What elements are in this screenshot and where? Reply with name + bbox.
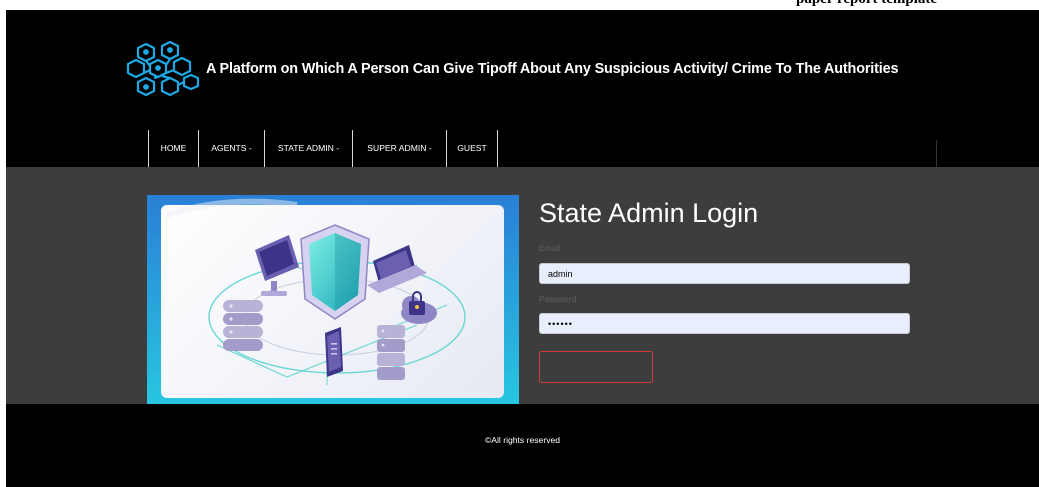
hero-illustration [147,195,519,404]
password-field[interactable] [539,313,910,334]
copyright-text: ©All rights reserved [484,435,561,445]
blockchain-logo-icon [126,40,200,97]
email-label: Email [539,243,561,253]
login-title: State Admin Login [539,198,759,228]
navbar-edge [936,140,937,167]
email-field[interactable] [539,263,910,284]
nav-item-agents[interactable]: AGENTS - [198,130,264,167]
page-frame: A Platform on Which A Person Can Give Ti… [6,10,1039,487]
nav-item-state-admin[interactable]: STATE ADMIN - [264,130,352,167]
document-fragment-text: paper report template [796,0,937,8]
login-section: State Admin Login Email Password [6,167,1039,404]
password-label: Password [539,294,577,304]
login-button[interactable] [539,351,653,383]
nav-item-guest[interactable]: GUEST [446,130,498,167]
cyber-security-shield-illustration-icon [166,198,466,385]
site-tagline: A Platform on Which A Person Can Give Ti… [206,61,899,77]
site-header: A Platform on Which A Person Can Give Ti… [6,10,1039,167]
document-strip: paper report template [0,0,1039,10]
nav-item-super-admin[interactable]: SUPER ADMIN - [352,130,446,167]
main-navbar: HOME AGENTS - STATE ADMIN - SUPER ADMIN … [128,130,938,167]
nav-item-home[interactable]: HOME [148,130,198,167]
site-footer: ©All rights reserved [6,404,1039,487]
